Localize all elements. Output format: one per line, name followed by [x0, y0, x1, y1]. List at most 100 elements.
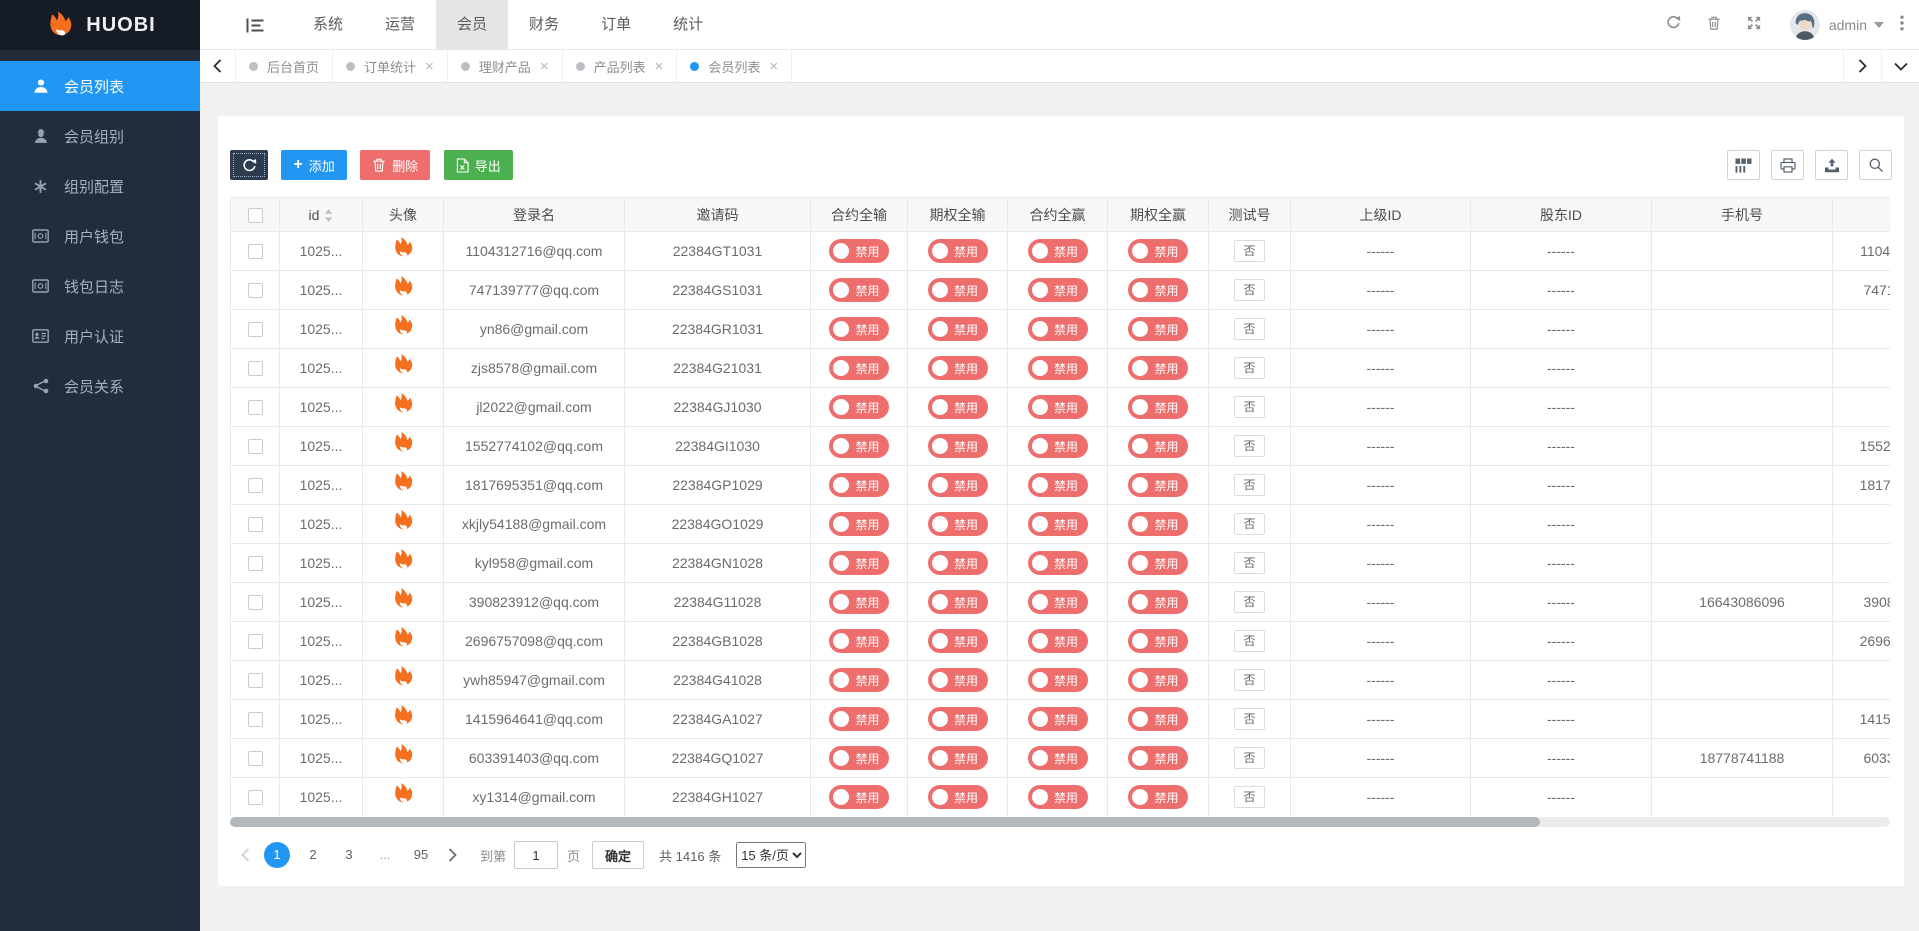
row-checkbox[interactable] — [248, 595, 263, 610]
row-checkbox[interactable] — [248, 751, 263, 766]
sidebar-item[interactable]: 会员列表 — [0, 61, 200, 111]
toggle-option-all-win[interactable]: 禁用 — [1128, 707, 1188, 731]
tab[interactable]: 产品列表× — [563, 50, 678, 82]
toggle-contract-all-win[interactable]: 禁用 — [1028, 317, 1088, 341]
toggle-contract-all-win[interactable]: 禁用 — [1028, 746, 1088, 770]
toggle-contract-all-win[interactable]: 禁用 — [1028, 473, 1088, 497]
fullscreen-icon[interactable] — [1734, 16, 1774, 35]
print-button[interactable] — [1771, 150, 1804, 180]
row-checkbox[interactable] — [248, 322, 263, 337]
tab[interactable]: 后台首页 — [236, 50, 333, 82]
row-checkbox[interactable] — [248, 478, 263, 493]
toggle-contract-all-win[interactable]: 禁用 — [1028, 707, 1088, 731]
sidebar-item[interactable]: 会员关系 — [0, 361, 200, 411]
select-all-checkbox[interactable] — [248, 208, 263, 223]
toggle-contract-all-win[interactable]: 禁用 — [1028, 239, 1088, 263]
toggle-contract-all-win[interactable]: 禁用 — [1028, 278, 1088, 302]
toggle-contract-all-win[interactable]: 禁用 — [1028, 512, 1088, 536]
close-icon[interactable]: × — [540, 59, 549, 74]
close-icon[interactable]: × — [769, 59, 778, 74]
more-dots-icon[interactable] — [1884, 15, 1909, 36]
toggle-contract-all-lose[interactable]: 禁用 — [829, 278, 889, 302]
sidebar-item[interactable]: 会员组别 — [0, 111, 200, 161]
toggle-contract-all-lose[interactable]: 禁用 — [829, 395, 889, 419]
row-checkbox[interactable] — [248, 439, 263, 454]
toggle-contract-all-lose[interactable]: 禁用 — [829, 356, 889, 380]
toggle-option-all-lose[interactable]: 禁用 — [928, 395, 988, 419]
toggle-option-all-lose[interactable]: 禁用 — [928, 434, 988, 458]
toggle-option-all-win[interactable]: 禁用 — [1128, 317, 1188, 341]
add-button[interactable]: + 添加 — [281, 150, 346, 180]
chevron-down-icon[interactable] — [1874, 22, 1884, 28]
toggle-option-all-lose[interactable]: 禁用 — [928, 473, 988, 497]
toggle-contract-all-lose[interactable]: 禁用 — [829, 785, 889, 809]
toggle-option-all-lose[interactable]: 禁用 — [928, 278, 988, 302]
toggle-contract-all-lose[interactable]: 禁用 — [829, 317, 889, 341]
toggle-option-all-lose[interactable]: 禁用 — [928, 551, 988, 575]
toggle-contract-all-lose[interactable]: 禁用 — [829, 590, 889, 614]
sidebar-item[interactable]: 用户钱包 — [0, 211, 200, 261]
horizontal-scrollbar-thumb[interactable] — [230, 817, 1540, 827]
toggle-contract-all-win[interactable]: 禁用 — [1028, 785, 1088, 809]
page-number[interactable]: 3 — [336, 842, 362, 868]
toggle-contract-all-win[interactable]: 禁用 — [1028, 629, 1088, 653]
toggle-contract-all-lose[interactable]: 禁用 — [829, 434, 889, 458]
toggle-contract-all-win[interactable]: 禁用 — [1028, 395, 1088, 419]
toggle-option-all-win[interactable]: 禁用 — [1128, 239, 1188, 263]
top-nav-item[interactable]: 会员 — [436, 0, 508, 50]
columns-toggle-button[interactable] — [1727, 150, 1760, 180]
row-checkbox[interactable] — [248, 400, 263, 415]
refresh-icon[interactable] — [1653, 15, 1694, 35]
user-name[interactable]: admin — [1829, 17, 1867, 33]
toggle-contract-all-win[interactable]: 禁用 — [1028, 668, 1088, 692]
toggle-option-all-win[interactable]: 禁用 — [1128, 395, 1188, 419]
toggle-contract-all-win[interactable]: 禁用 — [1028, 434, 1088, 458]
confirm-button[interactable]: 确定 — [592, 841, 644, 869]
row-checkbox[interactable] — [248, 556, 263, 571]
toggle-option-all-lose[interactable]: 禁用 — [928, 590, 988, 614]
toggle-option-all-lose[interactable]: 禁用 — [928, 785, 988, 809]
row-checkbox[interactable] — [248, 634, 263, 649]
trash-icon[interactable] — [1694, 15, 1734, 36]
search-button[interactable] — [1859, 150, 1892, 180]
page-number[interactable]: 95 — [408, 842, 434, 868]
refresh-button[interactable] — [230, 150, 268, 180]
toggle-contract-all-lose[interactable]: 禁用 — [829, 629, 889, 653]
toggle-option-all-win[interactable]: 禁用 — [1128, 785, 1188, 809]
prev-page-icon[interactable] — [232, 848, 259, 862]
row-checkbox[interactable] — [248, 790, 263, 805]
sidebar-item[interactable]: 组别配置 — [0, 161, 200, 211]
toggle-contract-all-win[interactable]: 禁用 — [1028, 551, 1088, 575]
next-page-icon[interactable] — [439, 848, 466, 862]
tabs-scroll-left-icon[interactable] — [200, 50, 236, 82]
top-nav-item[interactable]: 运营 — [364, 0, 436, 50]
toggle-option-all-lose[interactable]: 禁用 — [928, 317, 988, 341]
toggle-contract-all-lose[interactable]: 禁用 — [829, 512, 889, 536]
toggle-option-all-win[interactable]: 禁用 — [1128, 551, 1188, 575]
tab[interactable]: 订单统计× — [333, 50, 448, 82]
toggle-contract-all-lose[interactable]: 禁用 — [829, 239, 889, 263]
export-data-button[interactable] — [1815, 150, 1848, 180]
toggle-option-all-win[interactable]: 禁用 — [1128, 356, 1188, 380]
toggle-contract-all-lose[interactable]: 禁用 — [829, 473, 889, 497]
delete-button[interactable]: 删除 — [360, 150, 430, 180]
sidebar-item[interactable]: 用户认证 — [0, 311, 200, 361]
toggle-contract-all-lose[interactable]: 禁用 — [829, 551, 889, 575]
tabs-dropdown-icon[interactable] — [1881, 50, 1919, 82]
page-size-select[interactable]: 15 条/页 — [736, 842, 806, 868]
row-checkbox[interactable] — [248, 712, 263, 727]
toggle-option-all-win[interactable]: 禁用 — [1128, 473, 1188, 497]
row-checkbox[interactable] — [248, 283, 263, 298]
page-number[interactable]: 1 — [264, 842, 290, 868]
row-checkbox[interactable] — [248, 673, 263, 688]
toggle-option-all-win[interactable]: 禁用 — [1128, 512, 1188, 536]
toggle-option-all-lose[interactable]: 禁用 — [928, 239, 988, 263]
close-icon[interactable]: × — [655, 59, 664, 74]
toggle-option-all-lose[interactable]: 禁用 — [928, 707, 988, 731]
sidebar-toggle-icon[interactable] — [238, 0, 272, 50]
export-button[interactable]: 导出 — [444, 150, 513, 180]
toggle-option-all-win[interactable]: 禁用 — [1128, 746, 1188, 770]
top-nav-item[interactable]: 订单 — [580, 0, 652, 50]
goto-page-input[interactable] — [514, 841, 558, 869]
sidebar-item[interactable]: 钱包日志 — [0, 261, 200, 311]
